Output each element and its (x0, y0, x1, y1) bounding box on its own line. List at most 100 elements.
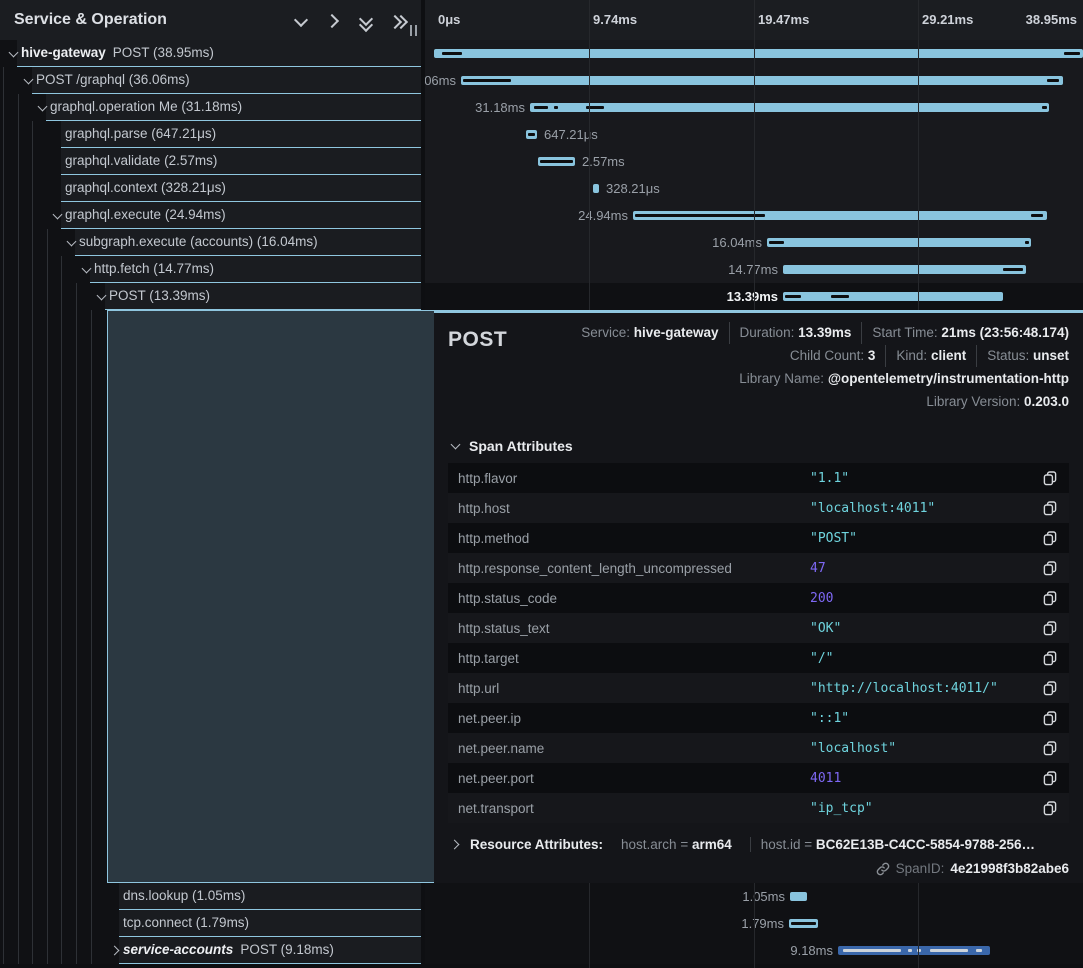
tree-row-toggle[interactable] (8, 48, 20, 63)
tree-controls (291, 11, 405, 29)
attribute-row: http.flavor"1.1" (448, 463, 1069, 493)
copy-icon[interactable] (1041, 739, 1059, 757)
span-duration-bar[interactable] (790, 892, 807, 901)
detail-field: Start Time: 21ms (23:56:48.174) (861, 322, 1069, 344)
copy-icon[interactable] (1041, 529, 1059, 547)
detail-field-label: Status: (987, 348, 1033, 363)
attribute-row: net.peer.ip"::1" (448, 703, 1069, 733)
attribute-key: http.method (458, 531, 810, 546)
span-tree-row[interactable]: subgraph.execute (accounts) (16.04ms) (0, 229, 421, 256)
bar-tick (831, 295, 849, 298)
attribute-value: 47 (810, 561, 1041, 576)
collapse-one-button[interactable] (291, 11, 309, 29)
span-duration-bar[interactable] (783, 265, 1026, 274)
tree-row-toggle[interactable] (37, 102, 49, 117)
tree-row-toggle[interactable] (110, 945, 122, 960)
duration-label: 24.94ms (578, 208, 628, 223)
copy-icon[interactable] (1041, 499, 1059, 517)
copy-icon[interactable] (1041, 589, 1059, 607)
detail-field-line: Library Name: @opentelemetry/instrumenta… (507, 368, 1069, 390)
span-tree-row[interactable]: POST /graphql (36.06ms) (0, 67, 421, 94)
copy-icon[interactable] (1041, 649, 1059, 667)
attribute-row: net.peer.port4011 (448, 763, 1069, 793)
copy-icon[interactable] (1041, 619, 1059, 637)
span-tree-row[interactable]: graphql.execute (24.94ms) (0, 202, 421, 229)
detail-field: Library Version: 0.203.0 (916, 391, 1069, 413)
span-duration-bar[interactable] (538, 157, 575, 166)
link-icon[interactable] (876, 862, 890, 876)
span-duration-bar[interactable] (838, 946, 990, 955)
bar-tick (463, 79, 511, 82)
duration-label: 1.79ms (741, 916, 784, 931)
span-name-label: service-accountsPOST (9.18ms) (123, 942, 334, 957)
expand-one-button[interactable] (323, 11, 341, 29)
span-duration-bar[interactable] (783, 292, 1003, 301)
span-name-label: tcp.connect (1.79ms) (123, 915, 249, 930)
attribute-value: 200 (810, 591, 1041, 606)
tree-row-toggle[interactable] (23, 75, 35, 90)
column-resize-handle[interactable] (408, 23, 419, 38)
copy-icon[interactable] (1041, 769, 1059, 787)
bar-tick (1047, 79, 1059, 82)
detail-field-line: Service: hive-gatewayDuration: 13.39msSt… (507, 322, 1069, 344)
attribute-key: http.flavor (458, 471, 810, 486)
span-tree-row[interactable]: graphql.validate (2.57ms) (0, 148, 421, 175)
bar-tick (769, 241, 784, 244)
collapse-all-button[interactable] (387, 11, 405, 29)
copy-icon[interactable] (1041, 469, 1059, 487)
copy-icon[interactable] (1041, 799, 1059, 817)
copy-icon[interactable] (1041, 679, 1059, 697)
expand-all-button[interactable] (355, 11, 373, 29)
span-tree-row[interactable]: graphql.parse (647.21μs) (0, 121, 421, 148)
span-duration-bar[interactable] (461, 76, 1063, 85)
span-duration-bar[interactable] (767, 238, 1031, 247)
span-tree-row[interactable]: http.fetch (14.77ms) (0, 256, 421, 283)
bar-tick (1064, 52, 1080, 55)
chevron-down-icon (23, 75, 35, 87)
tree-row-toggle[interactable] (52, 210, 64, 225)
span-tree-row[interactable]: tcp.connect (1.79ms) (0, 910, 421, 937)
span-tree-row[interactable]: hive-gatewayPOST (38.95ms) (0, 40, 421, 67)
tree-row-toggle[interactable] (81, 264, 93, 279)
detail-field-label: Child Count: (790, 348, 868, 363)
chevron-down-icon (450, 440, 462, 452)
detail-field-label: Duration: (740, 325, 799, 340)
span-duration-bar[interactable] (530, 103, 1049, 112)
tree-row-toggle[interactable] (96, 291, 108, 306)
span-tree-row[interactable]: dns.lookup (1.05ms) (0, 883, 421, 910)
bar-tick (1003, 268, 1023, 271)
indent-guide (61, 256, 62, 964)
tree-row-toggle[interactable] (66, 237, 78, 252)
attribute-key: http.response_content_length_uncompresse… (458, 561, 810, 576)
span-duration-bar[interactable] (526, 130, 537, 139)
copy-icon[interactable] (1041, 709, 1059, 727)
detail-field-value: client (931, 348, 966, 363)
duration-label: 9.18ms (790, 943, 833, 958)
resource-attributes-row[interactable]: Resource Attributes: host.arch = arm64 h… (450, 837, 1069, 852)
span-tree-row[interactable]: graphql.operation Me (31.18ms) (0, 94, 421, 121)
span-duration-bar[interactable] (789, 919, 818, 928)
span-tree-row[interactable]: POST (13.39ms) (0, 283, 421, 310)
span-attributes-header[interactable]: Span Attributes (450, 438, 1069, 454)
span-duration-bar[interactable] (434, 49, 1083, 58)
detail-field: Child Count: 3 (780, 345, 886, 367)
attribute-value: "ip_tcp" (810, 801, 1041, 816)
timeline-tick-label: 19.47ms (758, 12, 809, 27)
span-name-label: dns.lookup (1.05ms) (123, 888, 245, 903)
chevron-down-icon (294, 14, 306, 26)
detail-field: Status: unset (976, 345, 1069, 367)
span-duration-bar[interactable] (593, 184, 599, 193)
detail-field-value: unset (1033, 348, 1069, 363)
chevron-right-icon (326, 14, 338, 26)
span-tree-row[interactable]: service-accountsPOST (9.18ms) (0, 937, 421, 964)
attribute-row: http.status_code200 (448, 583, 1069, 613)
duration-label: 1.05ms (742, 889, 785, 904)
span-duration-bar[interactable] (633, 211, 1047, 220)
duration-label: 36.06ms (425, 73, 456, 88)
span-tree-row[interactable]: graphql.context (328.21μs) (0, 175, 421, 202)
service-name: service-accounts (123, 942, 233, 957)
tree-header: Service & Operation (0, 0, 421, 40)
attribute-key: net.transport (458, 801, 810, 816)
bar-tick (976, 949, 982, 952)
copy-icon[interactable] (1041, 559, 1059, 577)
